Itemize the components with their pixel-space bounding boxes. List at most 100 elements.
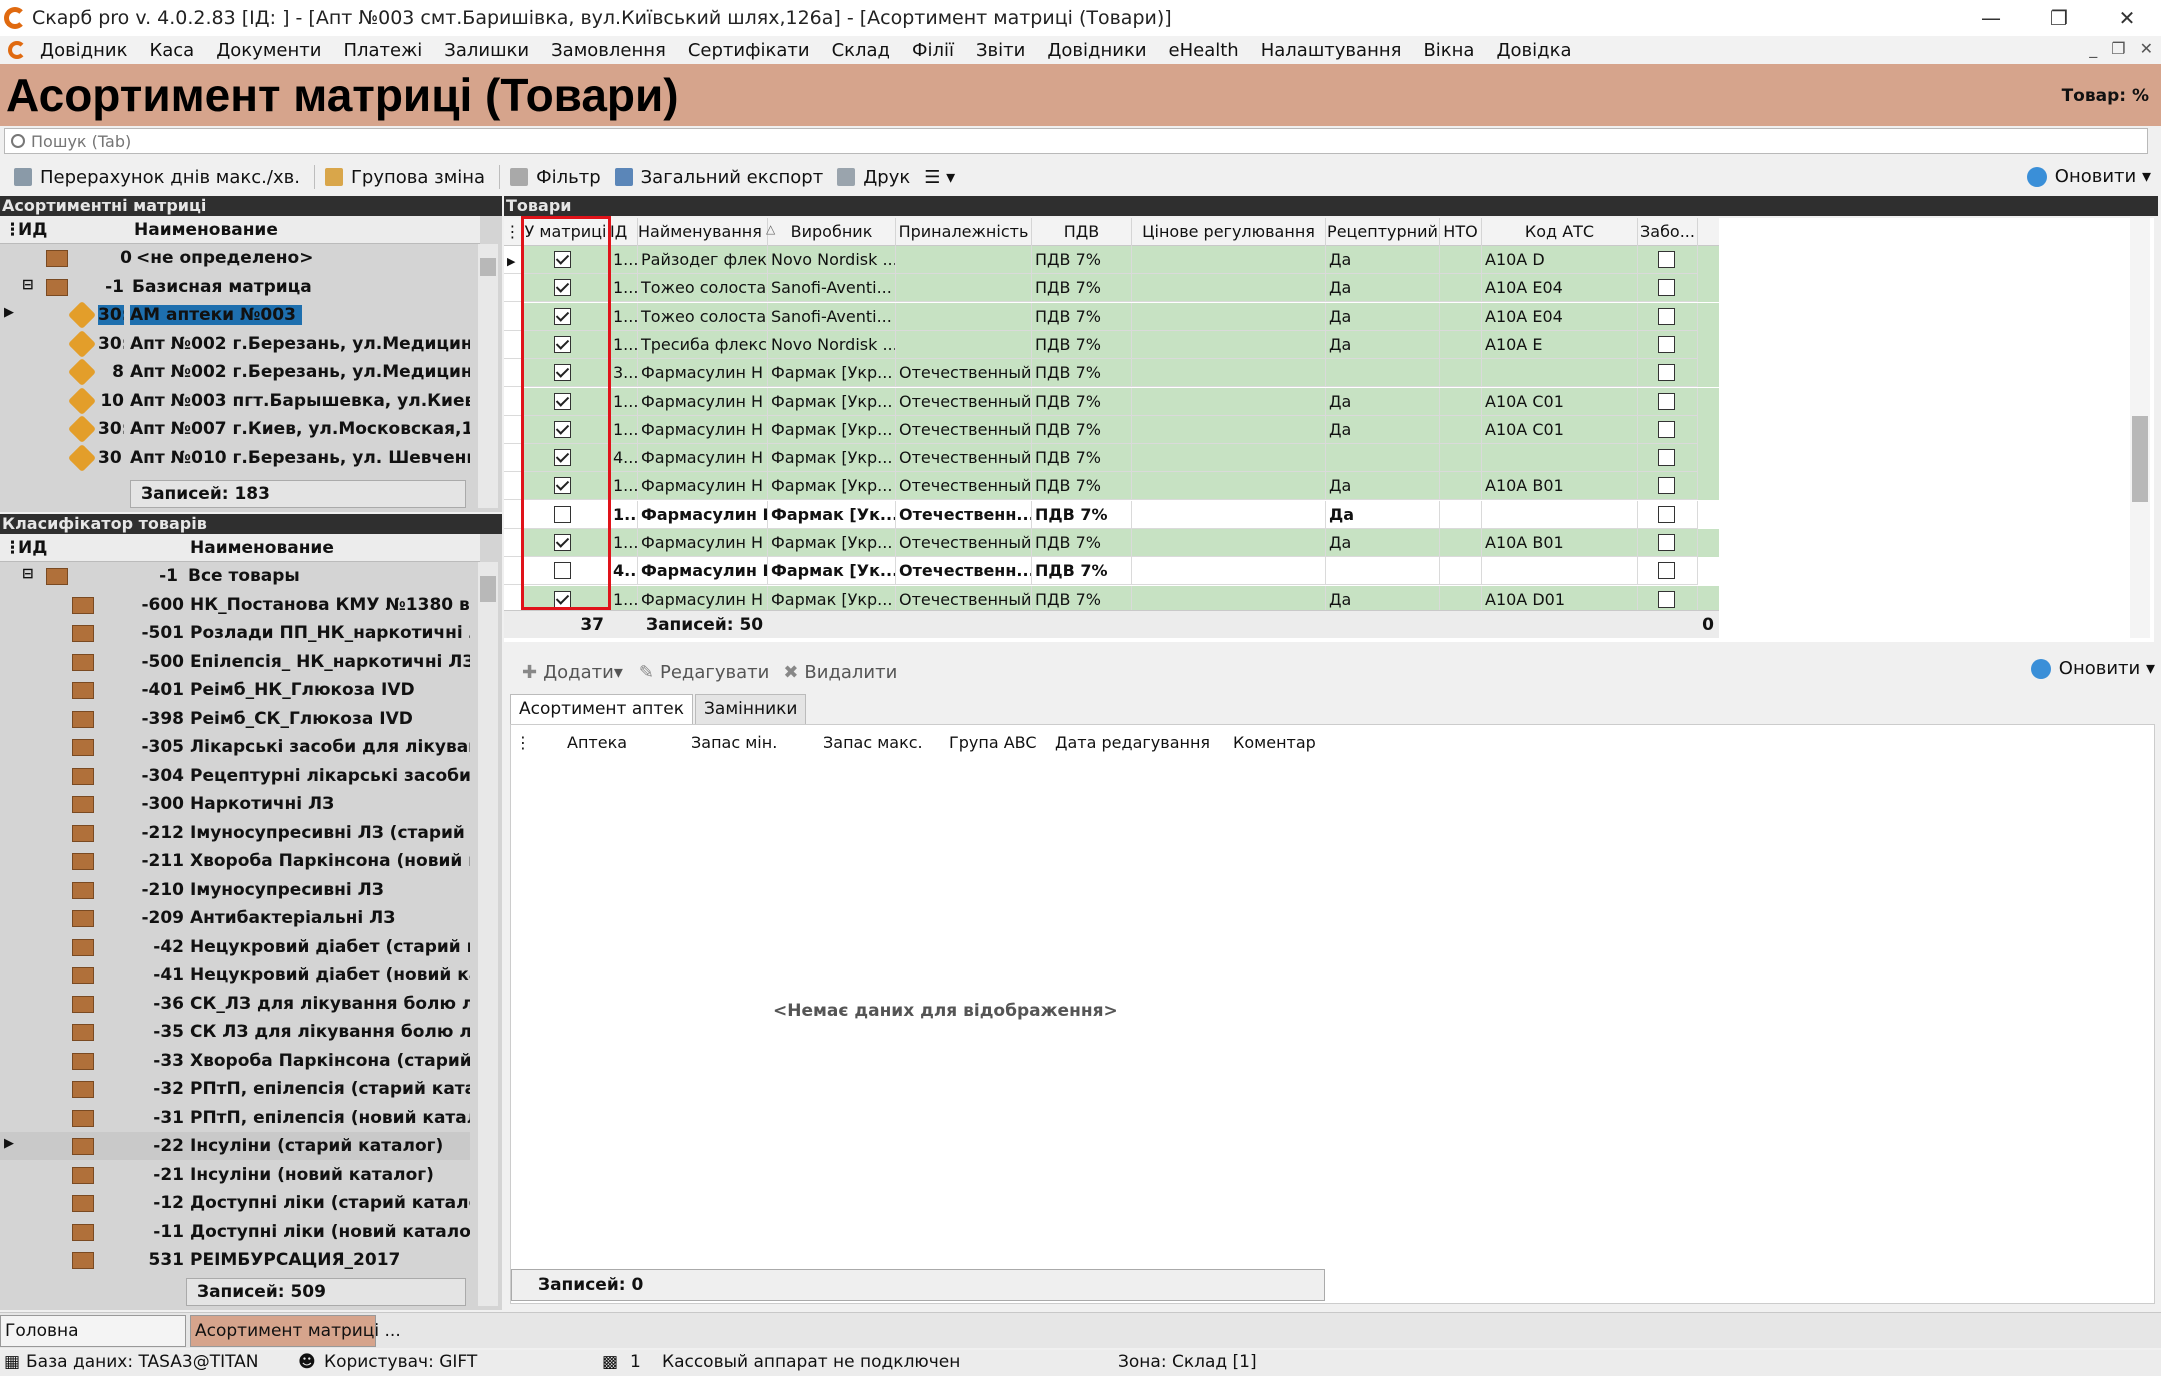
classifier-row[interactable]: -12 Доступні ліки (старий каталог) <box>0 1189 470 1217</box>
group-change-button[interactable]: Групова зміна <box>324 167 485 188</box>
classifier-row[interactable]: -21 Інсуліни (новий каталог) <box>0 1161 470 1189</box>
col-manufacturer-header[interactable]: Виробник <box>768 218 896 246</box>
classifier-row[interactable]: -600 НК_Постанова КМУ №1380 від <box>0 591 470 619</box>
classifier-row[interactable]: -211 Хвороба Паркінсона (новий кат <box>0 847 470 875</box>
tab-pharmacy-assortment[interactable]: Асортимент аптек <box>510 694 693 724</box>
zabo-checkbox[interactable] <box>1658 477 1675 495</box>
classifier-row[interactable]: -33 Хвороба Паркінсона (старий ка <box>0 1047 470 1075</box>
menu-item-8[interactable]: Філії <box>912 40 954 61</box>
classifier-row[interactable]: -42 Нецукровий діабет (старий кат <box>0 933 470 961</box>
classifier-row[interactable]: ▶ -22 Інсуліни (старий каталог) <box>0 1132 470 1160</box>
menu-item-9[interactable]: Звіти <box>976 40 1025 61</box>
zabo-checkbox[interactable] <box>1658 534 1675 551</box>
classifier-row[interactable]: -305 Лікарські засоби для лікування <box>0 733 470 761</box>
menu-item-6[interactable]: Сертифікати <box>688 40 810 61</box>
task-assortment-matrix[interactable]: Асортимент матриці ... <box>190 1315 401 1347</box>
classifier-row[interactable]: -501 Розлади ПП_НК_наркотичні ЛЗ <box>0 619 470 647</box>
classifier-row[interactable]: -32 РПтП, епілепсія (старий катало <box>0 1075 470 1103</box>
menu-item-1[interactable]: Каса <box>149 40 194 61</box>
zabo-checkbox[interactable] <box>1658 307 1675 325</box>
zabo-checkbox[interactable] <box>1658 590 1675 608</box>
tab-substitutes[interactable]: Замінники <box>695 694 807 724</box>
col-name-header[interactable]: Найменування <box>638 218 768 246</box>
delete-button[interactable]: Видалити <box>804 662 897 683</box>
goods-row[interactable]: 1... Тожео солоста... Sanofi-Aventi... ПДВ … <box>504 274 1719 303</box>
col-prescription-header[interactable]: Рецептурний <box>1326 218 1440 246</box>
col-zabo-header[interactable]: Забо... <box>1638 218 1698 246</box>
classifier-row[interactable]: -304 Рецептурні лікарські засоби <box>0 762 470 790</box>
goods-row[interactable]: 1...Фармасулин Н р...Фармак [Укр...Отече… <box>504 472 1719 501</box>
classifier-row[interactable]: -300 Наркотичні ЛЗ <box>0 790 470 818</box>
col-name-header[interactable]: Наименование <box>190 538 334 558</box>
classifier-row[interactable]: -401 Реімб_НК_Глюкоза IVD <box>0 676 470 704</box>
zabo-checkbox[interactable] <box>1658 251 1675 268</box>
matrix-row[interactable]: 30: Апт №007 г.Киев, ул.Московская,15 (і <box>0 415 470 443</box>
menu-item-4[interactable]: Залишки <box>444 40 529 61</box>
refresh-button-lower[interactable]: Оновити ▾ <box>2030 658 2155 679</box>
col-price-regulation-header[interactable]: Цінове регулювання <box>1132 218 1326 246</box>
classifier-row[interactable]: -212 Імуносупресивні ЛЗ (старий кат <box>0 819 470 847</box>
goods-scrollbar[interactable] <box>2130 218 2150 638</box>
add-button[interactable]: Додати <box>543 662 614 683</box>
col-nto-header[interactable]: НТО <box>1440 218 1482 246</box>
classifier-row[interactable]: -35 СК ЛЗ для лікування болю ліка <box>0 1018 470 1046</box>
matrix-row[interactable]: 30! Апт №010 г.Березань, ул. Шевченков <box>0 443 470 472</box>
col-affiliation-header[interactable]: Приналежність <box>896 218 1032 246</box>
maximize-button[interactable]: ❐ <box>2025 0 2093 36</box>
col-pharmacy[interactable]: Аптека <box>567 733 627 752</box>
goods-row[interactable]: 1... Тожео солоста... Sanofi-Aventi... ПДВ … <box>504 302 1719 331</box>
print-button[interactable]: Друк <box>837 167 910 188</box>
zabo-checkbox[interactable] <box>1658 335 1675 353</box>
goods-row[interactable]: 3...Фармасулин Н ...Фармак [Укр...Отечес… <box>504 359 1719 388</box>
col-name-header[interactable]: Наименование <box>134 220 278 240</box>
classifier-row[interactable]: -209 Антибактеріальні ЛЗ <box>0 904 470 932</box>
menu-item-13[interactable]: Вікна <box>1423 40 1474 61</box>
col-atc-code-header[interactable]: Код АТС <box>1482 218 1638 246</box>
menu-item-12[interactable]: Налаштування <box>1261 40 1402 61</box>
matrix-row[interactable]: 10 Апт №003 пгт.Барышевка, ул.Киевски <box>0 386 470 415</box>
classifier-scrollbar[interactable] <box>478 562 498 1306</box>
recalc-button[interactable]: Перерахунок днів макс./хв. <box>14 167 300 188</box>
classifier-row[interactable]: -31 РПтП, епілепсія (новий каталог <box>0 1104 470 1132</box>
col-max-stock[interactable]: Запас макс. <box>823 733 923 752</box>
classifier-row[interactable]: -36 СК_ЛЗ для лікування болю ліка <box>0 990 470 1018</box>
matrix-row[interactable]: 8 Апт №002 г.Березань, ул.Медицинска <box>0 358 470 386</box>
classifier-row[interactable]: -11 Доступні ліки (новий каталог) <box>0 1218 470 1246</box>
zabo-checkbox[interactable] <box>1658 449 1675 467</box>
col-vat-header[interactable]: ПДВ <box>1032 218 1132 246</box>
app-menu-icon[interactable] <box>8 41 26 59</box>
zabo-checkbox[interactable] <box>1658 505 1675 523</box>
refresh-button-top[interactable]: Оновити ▾ <box>2026 166 2151 187</box>
collapse-icon[interactable]: ⊟ <box>22 277 34 293</box>
zabo-checkbox[interactable] <box>1658 279 1675 297</box>
matrix-row[interactable]: ⊟ -1 Базисная матрица <box>0 273 470 301</box>
mdi-minimize-button[interactable]: _ <box>2089 39 2097 58</box>
classifier-row[interactable]: -398 Реімб_СК_Глюкоза IVD <box>0 705 470 733</box>
matrix-row[interactable]: 0 <не определено> <box>0 244 470 272</box>
col-edit-date[interactable]: Дата редагування <box>1055 733 1210 752</box>
menu-item-3[interactable]: Платежі <box>343 40 422 61</box>
menu-item-2[interactable]: Документи <box>216 40 321 61</box>
matrix-row[interactable]: 30: Апт №002 г.Березань, ул.Медицинска <box>0 329 470 358</box>
col-id-header[interactable]: ИД <box>18 220 47 240</box>
menu-item-5[interactable]: Замовлення <box>551 40 666 61</box>
edit-button[interactable]: Редагувати <box>660 662 769 683</box>
classifier-row[interactable]: -500 Епілепсія_ НК_наркотичні ЛЗ <box>0 648 470 676</box>
goods-row[interactable]: 1...Фармасулин Н...Фармак [Ук...Отечеств… <box>504 500 1719 529</box>
classifier-row[interactable]: -210 Імуносупресивні ЛЗ <box>0 876 470 904</box>
matrices-scrollbar[interactable] <box>478 244 498 508</box>
task-main[interactable]: Головна <box>0 1315 186 1347</box>
zabo-checkbox[interactable] <box>1658 562 1675 580</box>
matrix-row[interactable]: ▶ 30: АМ аптеки №003 <box>0 301 470 329</box>
menu-item-10[interactable]: Довідники <box>1047 40 1146 61</box>
zabo-checkbox[interactable] <box>1658 364 1675 382</box>
menu-item-7[interactable]: Склад <box>832 40 890 61</box>
goods-row[interactable]: 1...Фармасулин Н ...Фармак [Укр...Отечес… <box>504 415 1719 444</box>
goods-row[interactable]: 4...Фармасулин Н...Фармак [Ук...Отечеств… <box>504 557 1719 586</box>
col-id-header[interactable]: ИД <box>18 538 47 558</box>
goods-row[interactable]: 1...Фармасулин Н р...Фармак [Укр...Отече… <box>504 529 1719 557</box>
mdi-restore-button[interactable]: ❐ <box>2111 39 2125 58</box>
col-id-header[interactable]: ІД <box>610 218 638 246</box>
collapse-icon[interactable]: ⊟ <box>22 566 34 582</box>
menu-item-11[interactable]: eHealth <box>1169 40 1239 61</box>
